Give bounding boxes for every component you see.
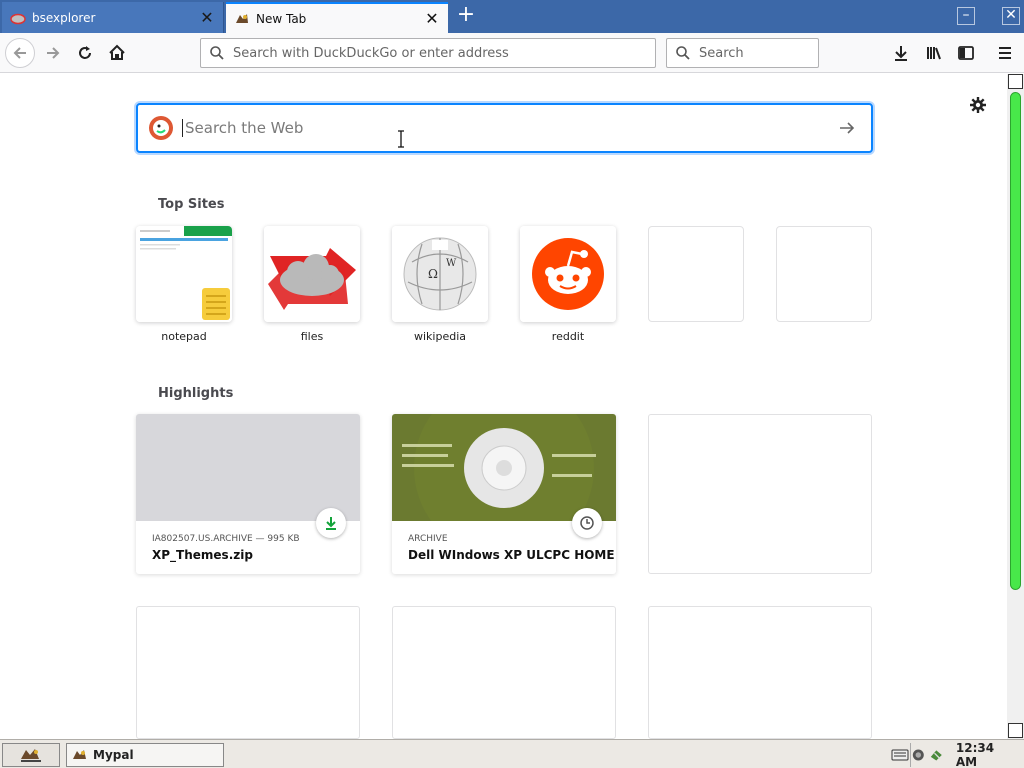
mypal-icon [73, 750, 86, 759]
sidebar-button[interactable] [951, 38, 981, 68]
top-site-wikipedia[interactable]: Ω W [392, 226, 488, 322]
highlight-title: Dell WIndows XP ULCPC HOME ... [408, 548, 616, 562]
system-tray: 12:34 AM [891, 741, 1022, 768]
taskbar-item-label: Mypal [93, 748, 134, 762]
home-button[interactable] [102, 38, 132, 68]
files-cloud-thumbnail [264, 226, 360, 322]
top-site-notepad[interactable] [136, 226, 232, 322]
top-site-label: files [300, 330, 324, 343]
web-search-placeholder: Search the Web [182, 119, 837, 137]
scrollbar-thumb[interactable] [1010, 92, 1021, 590]
top-site-files[interactable] [264, 226, 360, 322]
highlight-empty-slot [392, 606, 616, 739]
highlight-thumbnail [136, 414, 360, 521]
search-icon [210, 46, 224, 60]
download-icon [316, 508, 346, 538]
forward-button[interactable] [38, 38, 68, 68]
keyboard-icon[interactable] [891, 748, 909, 762]
hamburger-menu-icon [999, 47, 1011, 59]
taskbar: Mypal 12:34 AM [0, 739, 1024, 768]
reload-icon [79, 46, 91, 59]
mypal-icon [234, 11, 250, 27]
search-bar-placeholder: Search [699, 45, 744, 61]
home-icon [109, 44, 125, 60]
downloads-button[interactable] [886, 38, 916, 68]
reload-button[interactable] [70, 38, 100, 68]
menu-button[interactable] [990, 38, 1020, 68]
top-site-label: reddit [551, 330, 585, 343]
search-bar[interactable]: Search [666, 38, 819, 68]
close-tab-icon[interactable]: ✕ [424, 10, 440, 27]
volume-icon[interactable] [929, 747, 945, 763]
search-go-arrow-icon[interactable] [837, 118, 857, 138]
forward-arrow-icon [47, 47, 60, 59]
tab-title: New Tab [256, 11, 307, 26]
clock: 12:34 AM [955, 741, 995, 768]
top-site-label: wikipedia [413, 330, 466, 343]
sidebar-icon [958, 46, 974, 60]
highlight-empty-slot [648, 606, 872, 739]
highlight-source: IA802507.US.ARCHIVE — 995 KB [152, 534, 300, 544]
tab-strip: bsexplorer ✕ New Tab ✕ + – ✕ [0, 0, 1024, 33]
new-tab-plus-icon[interactable]: + [454, 4, 478, 28]
cloud-icon [10, 10, 26, 26]
reddit-logo-icon [520, 226, 616, 322]
taskbar-item-mypal[interactable]: Mypal [66, 743, 224, 767]
text-cursor-icon [398, 130, 404, 148]
close-tab-icon[interactable]: ✕ [199, 9, 215, 26]
minimize-icon[interactable]: – [957, 7, 975, 25]
back-arrow-icon [13, 47, 26, 59]
highlight-source: ARCHIVE [408, 534, 448, 544]
tab-title: bsexplorer [32, 10, 96, 25]
tab-new-tab[interactable]: New Tab ✕ [226, 2, 448, 33]
highlight-thumbnail-cd [392, 414, 616, 521]
gear-icon[interactable] [968, 95, 988, 115]
duckduckgo-logo-icon [149, 116, 173, 140]
highlight-card-dell-xp[interactable]: ARCHIVE Dell WIndows XP ULCPC HOME ... [392, 414, 616, 574]
start-button[interactable] [2, 743, 60, 767]
svg-text:Ω: Ω [428, 267, 438, 281]
download-icon [895, 46, 907, 61]
notepad-thumbnail [136, 226, 232, 322]
search-icon [676, 46, 690, 60]
web-search-box[interactable]: Search the Web [136, 103, 873, 153]
highlights-heading: Highlights [158, 386, 234, 401]
highlight-empty-slot [648, 414, 872, 574]
close-window-icon[interactable]: ✕ [1002, 7, 1020, 25]
top-site-reddit[interactable] [520, 226, 616, 322]
top-site-empty-slot[interactable] [776, 226, 872, 322]
address-bar[interactable]: Search with DuckDuckGo or enter address [200, 38, 656, 68]
tab-bsexplorer[interactable]: bsexplorer ✕ [2, 2, 224, 33]
highlight-title: XP_Themes.zip [152, 548, 253, 562]
library-icon [927, 47, 941, 60]
library-button[interactable] [919, 38, 949, 68]
svg-text:W: W [446, 258, 457, 269]
network-icon[interactable] [911, 747, 927, 763]
navigation-toolbar: Search with DuckDuckGo or enter address … [0, 33, 1024, 73]
highlight-card-xp-themes[interactable]: IA802507.US.ARCHIVE — 995 KB XP_Themes.z… [136, 414, 360, 574]
scroll-up-button[interactable] [1008, 74, 1023, 89]
top-site-label: notepad [161, 330, 207, 343]
top-site-empty-slot[interactable] [648, 226, 744, 322]
top-sites-heading: Top Sites [158, 197, 225, 212]
back-button[interactable] [5, 38, 35, 68]
start-menu-icon [21, 749, 41, 762]
address-bar-placeholder: Search with DuckDuckGo or enter address [233, 45, 509, 61]
wikipedia-globe-icon: Ω W [392, 226, 488, 322]
scroll-down-button[interactable] [1008, 723, 1023, 738]
highlight-empty-slot [136, 606, 360, 739]
clock-icon [572, 508, 602, 538]
